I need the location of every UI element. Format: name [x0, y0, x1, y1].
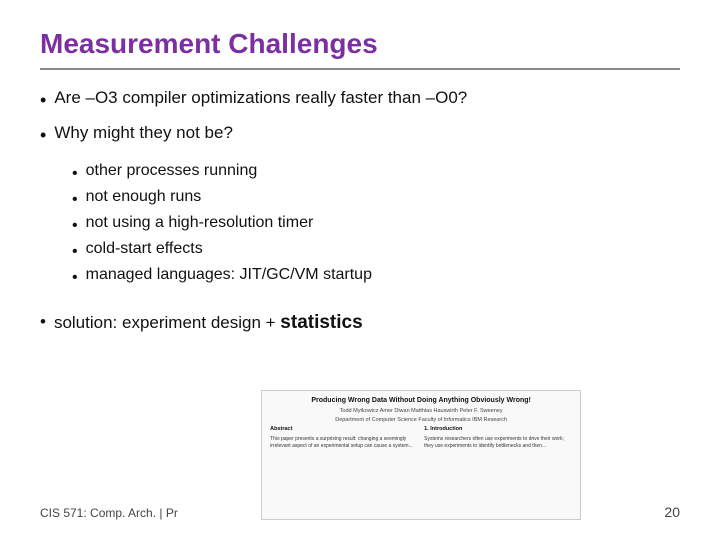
- intro-text: Systems researchers often use experiment…: [424, 436, 564, 449]
- abstract-header: Abstract: [270, 426, 418, 434]
- sub-dot-1: •: [72, 162, 78, 186]
- paper-title: Producing Wrong Data Without Doing Anyth…: [311, 397, 531, 404]
- sub-bullet-5: • managed languages: JIT/GC/VM startup: [72, 266, 680, 290]
- paper-affiliations: Department of Computer Science Faculty o…: [335, 417, 507, 423]
- intro-header: 1. Introduction: [424, 426, 572, 434]
- sub-dot-2: •: [72, 188, 78, 212]
- solution-line: • solution: experiment design + statisti…: [40, 312, 680, 334]
- sub-text-2: not enough runs: [86, 188, 202, 206]
- paper-authors: Todd Mytkowicz Amer Diwan Matthias Hausw…: [340, 408, 503, 414]
- sub-text-5: managed languages: JIT/GC/VM startup: [86, 266, 372, 284]
- paper-abstract-col: Abstract This paper presents a surprisin…: [270, 426, 418, 450]
- title-area: Measurement Challenges: [40, 28, 680, 70]
- sub-bullet-4: • cold-start effects: [72, 240, 680, 264]
- main-content: • Are –O3 compiler optimizations really …: [40, 88, 680, 380]
- sub-dot-3: •: [72, 214, 78, 238]
- page-number: 20: [664, 504, 680, 520]
- paper-preview: Producing Wrong Data Without Doing Anyth…: [261, 390, 581, 520]
- abstract-text: This paper presents a surprising result:…: [270, 436, 413, 449]
- sub-text-1: other processes running: [86, 162, 258, 180]
- solution-dot: •: [40, 312, 46, 332]
- sub-dot-5: •: [72, 266, 78, 290]
- solution-prefix: solution: experiment design +: [54, 313, 280, 332]
- footer-left: CIS 571: Comp. Arch. | Pr: [40, 506, 178, 520]
- bullet-1-text: Are –O3 compiler optimizations really fa…: [54, 88, 467, 108]
- solution-text: solution: experiment design + statistics: [54, 312, 363, 334]
- bullet-1: • Are –O3 compiler optimizations really …: [40, 88, 680, 113]
- slide-title: Measurement Challenges: [40, 28, 680, 60]
- bullet-1-dot: •: [40, 88, 46, 113]
- sub-bullets: • other processes running • not enough r…: [72, 162, 680, 290]
- sub-text-3: not using a high-resolution timer: [86, 214, 314, 232]
- sub-bullet-2: • not enough runs: [72, 188, 680, 212]
- sub-bullet-1: • other processes running: [72, 162, 680, 186]
- sub-bullet-3: • not using a high-resolution timer: [72, 214, 680, 238]
- solution-bold: statistics: [280, 312, 362, 333]
- paper-intro-col: 1. Introduction Systems researchers ofte…: [424, 426, 572, 450]
- bullet-2-text: Why might they not be?: [54, 123, 233, 143]
- slide: Measurement Challenges • Are –O3 compile…: [0, 0, 720, 540]
- paper-columns: Abstract This paper presents a surprisin…: [270, 426, 572, 450]
- bottom-area: CIS 571: Comp. Arch. | Pr Producing Wron…: [40, 380, 680, 520]
- sub-dot-4: •: [72, 240, 78, 264]
- bullet-2: • Why might they not be?: [40, 123, 680, 148]
- bullet-2-dot: •: [40, 123, 46, 148]
- sub-text-4: cold-start effects: [86, 240, 203, 258]
